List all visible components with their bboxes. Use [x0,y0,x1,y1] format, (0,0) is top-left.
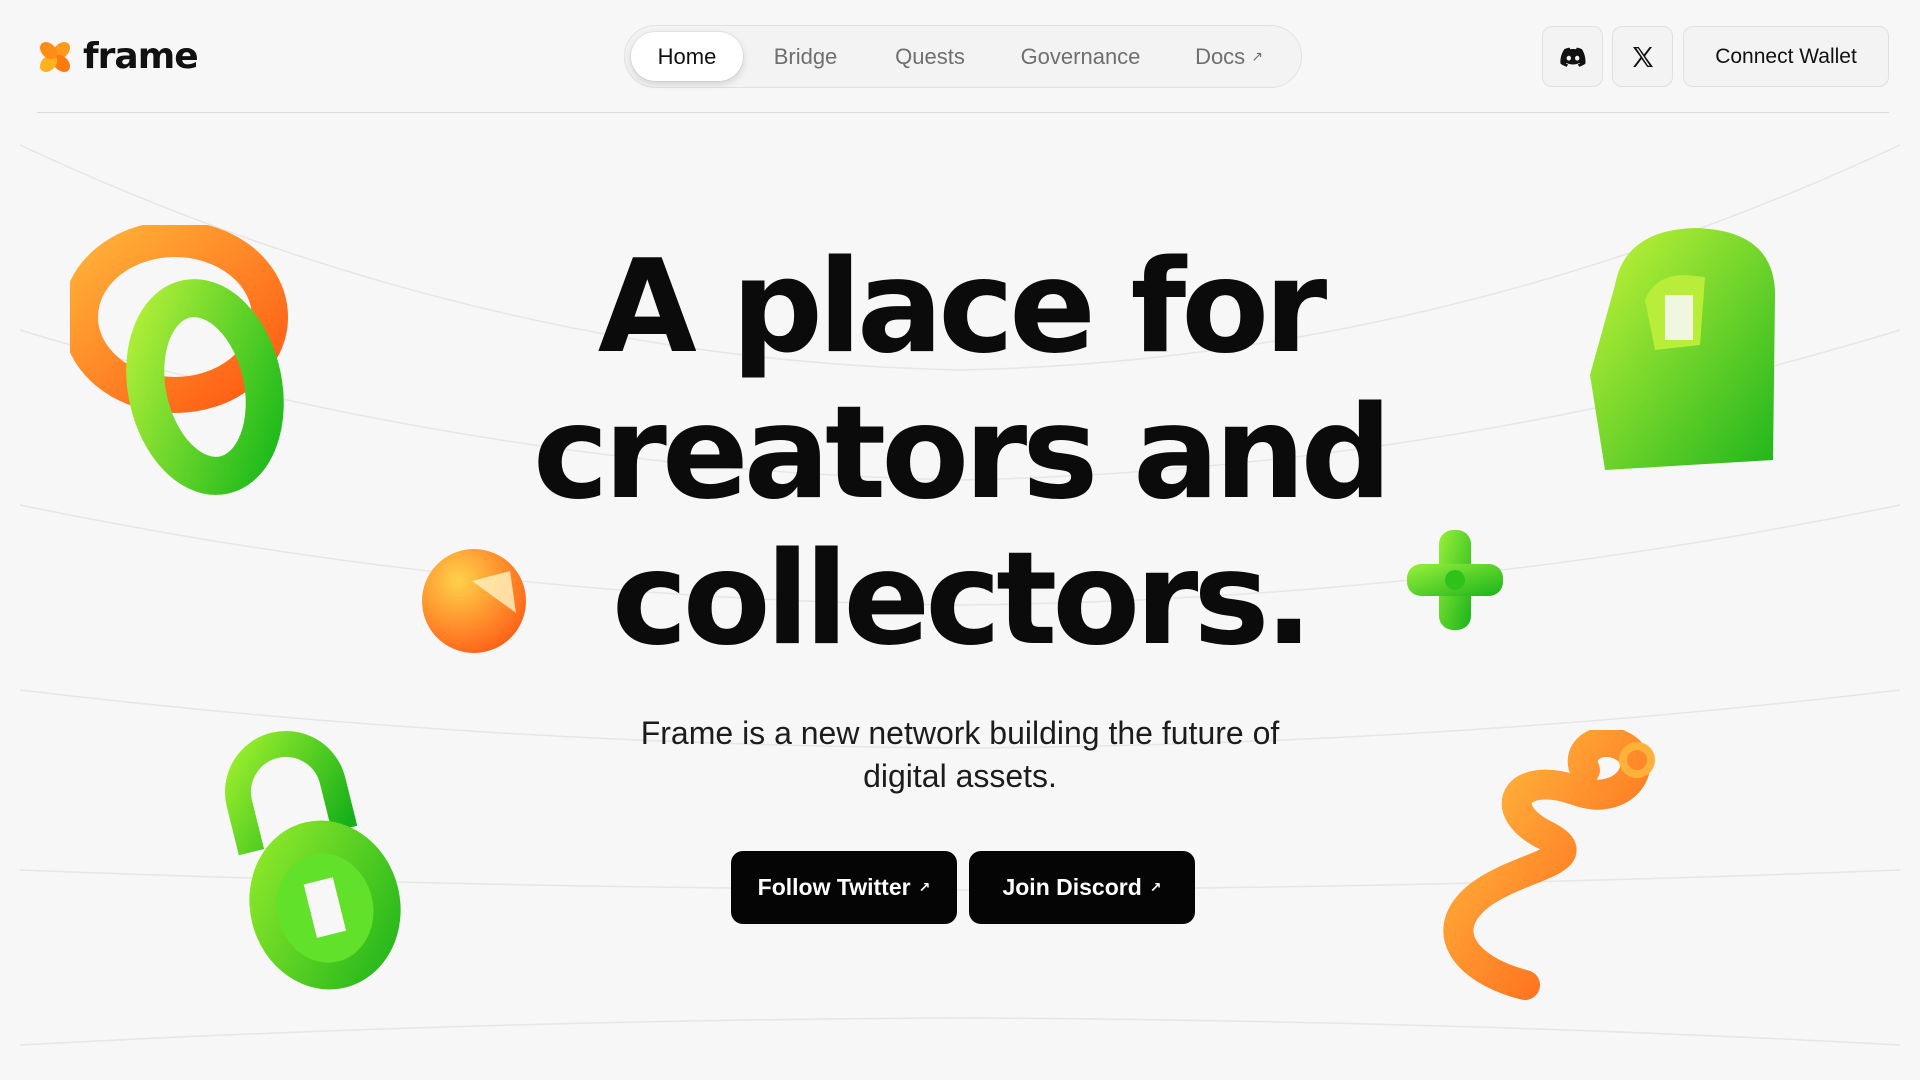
hero-subtitle-line-2: digital assets. [863,758,1057,794]
external-arrow-icon: ↗ [1149,879,1162,895]
follow-twitter-label: Follow Twitter [757,874,911,900]
nav-home[interactable]: Home [631,32,743,81]
join-discord-button[interactable]: Join Discord ↗ [969,851,1195,924]
brand-name: frame [83,36,199,77]
discord-button[interactable] [1542,26,1603,87]
hero-subtitle-line-1: Frame is a new network building the futu… [640,715,1280,751]
connect-wallet-button[interactable]: Connect Wallet [1683,26,1889,87]
join-discord-label: Join Discord [1002,874,1142,900]
header: frame Home Bridge Quests Governance Docs… [0,0,1920,112]
tag-shape [1590,228,1775,470]
nav-governance-label: Governance [1020,43,1141,69]
nav-bridge-label: Bridge [773,43,838,69]
follow-twitter-button[interactable]: Follow Twitter ↗ [731,851,957,924]
chain-link-shape [70,225,288,495]
nav-docs-label: Docs [1195,43,1246,69]
hero-title-line-2: creators and [532,379,1392,528]
x-button[interactable] [1612,26,1673,87]
discord-icon [1559,47,1586,67]
nav-governance[interactable]: Governance [992,32,1169,81]
nav-bridge[interactable]: Bridge [743,32,868,81]
header-divider [37,112,1889,113]
brand-logo[interactable]: frame [35,36,199,77]
x-icon [1632,46,1653,67]
hero-title-line-1: A place for [597,233,1328,382]
external-link-icon: ↗ [1251,48,1263,64]
nav-quests[interactable]: Quests [868,32,992,81]
main-nav: Home Bridge Quests Governance Docs ↗ [624,25,1302,88]
landing-page: frame Home Bridge Quests Governance Docs… [0,0,1920,1080]
hero-title: A place for creators and collectors. [460,235,1460,673]
nav-docs[interactable]: Docs ↗ [1169,32,1289,81]
nav-home-label: Home [657,43,717,69]
spring-shape [1443,730,1655,1000]
hero-title-line-3: collectors. [611,525,1313,674]
nav-quests-label: Quests [895,43,965,69]
frame-logo-icon [40,41,70,72]
padlock-shape [224,731,401,990]
hero-subtitle: Frame is a new network building the futu… [560,712,1360,798]
external-arrow-icon: ↗ [918,879,931,895]
